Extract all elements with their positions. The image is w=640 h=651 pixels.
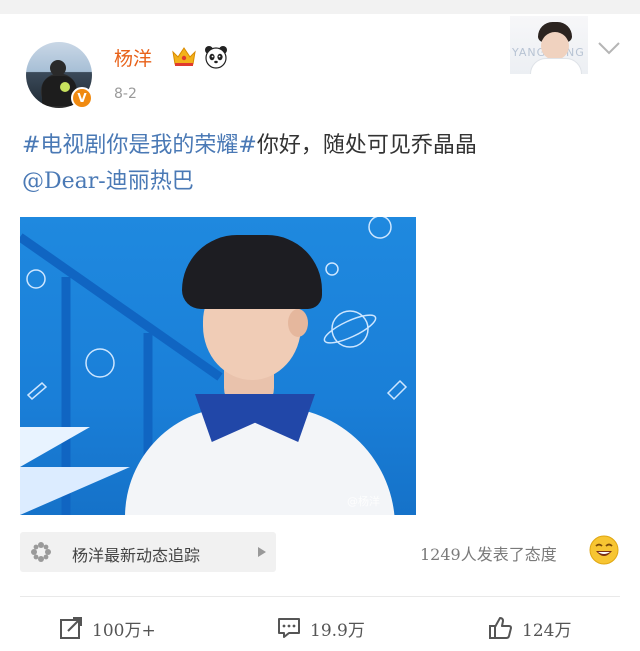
- crown-icon: [172, 47, 196, 66]
- share-button[interactable]: 100万+: [58, 613, 156, 643]
- like-count: 124万: [522, 620, 572, 641]
- tracker-label: 杨洋最新动态追踪: [72, 546, 201, 565]
- verified-badge-icon: V: [71, 87, 93, 109]
- follow-thumbnail[interactable]: YANG YANG: [510, 16, 588, 74]
- reaction-summary[interactable]: 1249人发表了态度: [420, 541, 557, 565]
- thumbnail-shirt: [530, 58, 582, 74]
- like-icon: [489, 617, 512, 639]
- avatar-head: [50, 60, 66, 76]
- hair-shape: [182, 235, 322, 309]
- mention-link[interactable]: @Dear-迪丽热巴: [22, 169, 194, 194]
- thumbnail-face: [541, 32, 569, 60]
- like-button[interactable]: 124万: [488, 613, 571, 643]
- post-body-text: 你好，随处可见乔晶晶: [256, 133, 477, 158]
- status-strip: [0, 0, 640, 14]
- chevron-down-icon[interactable]: [596, 40, 622, 56]
- caret-right-icon: [258, 547, 266, 557]
- smile-icon[interactable]: [588, 534, 620, 566]
- post-date: 8-2: [114, 86, 137, 102]
- ear-shape: [288, 309, 308, 337]
- username[interactable]: 杨洋: [114, 44, 152, 71]
- hashtag-link[interactable]: #电视剧你是我的荣耀#: [22, 133, 257, 158]
- panda-icon: [205, 46, 227, 69]
- image-watermark: @杨洋: [347, 495, 380, 508]
- latest-updates-tracker[interactable]: 杨洋最新动态追踪: [20, 532, 276, 572]
- avatar-accent: [60, 82, 70, 92]
- comment-icon: [278, 618, 300, 638]
- post-image[interactable]: @杨洋: [20, 217, 416, 515]
- divider: [20, 596, 620, 597]
- share-icon: [60, 617, 82, 639]
- comment-count: 19.9万: [310, 620, 365, 641]
- flower-icon: [31, 542, 51, 562]
- share-count: 100万+: [92, 620, 156, 641]
- post-text: #电视剧你是我的荣耀#你好，随处可见乔晶晶 @Dear-迪丽热巴: [22, 128, 612, 200]
- comment-button[interactable]: 19.9万: [276, 613, 365, 643]
